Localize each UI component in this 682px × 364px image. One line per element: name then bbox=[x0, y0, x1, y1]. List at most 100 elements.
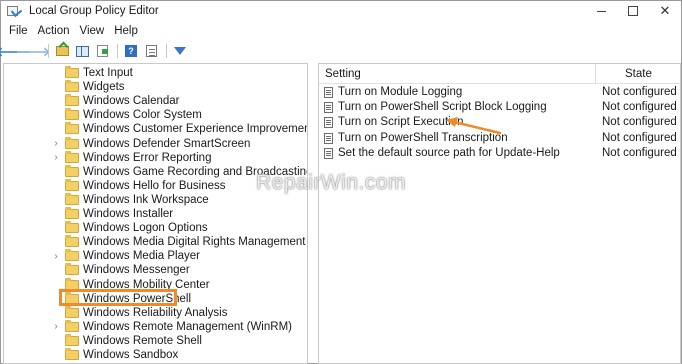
setting-state: Not configured bbox=[602, 101, 677, 114]
settings-pane[interactable]: Setting State Turn on Module Logging Not … bbox=[318, 63, 681, 364]
minimize-button[interactable] bbox=[585, 1, 617, 21]
column-header-state[interactable]: State bbox=[625, 68, 652, 80]
tree-item-label: Windows Logon Options bbox=[83, 222, 208, 235]
filter-button[interactable] bbox=[171, 42, 189, 60]
tree-item-label: Windows Hello for Business bbox=[83, 179, 226, 192]
tree-item[interactable]: Windows Calendar bbox=[4, 94, 307, 108]
policy-setting-icon bbox=[324, 132, 333, 144]
policy-setting-icon bbox=[324, 147, 333, 159]
menu-action[interactable]: Action bbox=[33, 25, 75, 37]
tree-item[interactable]: Windows Reliability Analysis bbox=[4, 305, 307, 320]
folder-icon bbox=[65, 192, 79, 205]
tree-item-label: Windows PowerShell bbox=[83, 292, 192, 305]
tree-item-label: Windows Color System bbox=[83, 109, 202, 122]
chevron-right-icon[interactable]: › bbox=[52, 249, 60, 263]
menu-bar: File Action View Help bbox=[1, 21, 681, 41]
chevron-right-icon[interactable]: › bbox=[52, 320, 60, 334]
list-header: Setting State bbox=[319, 64, 680, 84]
column-divider[interactable] bbox=[595, 64, 596, 84]
show-hide-tree-icon bbox=[75, 45, 89, 57]
up-one-level-button[interactable] bbox=[53, 42, 71, 60]
up-folder-icon bbox=[55, 46, 69, 56]
tree-item[interactable]: › Windows Defender SmartScreen bbox=[4, 136, 307, 151]
export-list-icon bbox=[96, 45, 108, 57]
tree-item[interactable]: Widgets bbox=[4, 80, 307, 94]
tree-item-label: Windows Calendar bbox=[83, 95, 180, 108]
folder-icon bbox=[65, 80, 79, 93]
folder-icon bbox=[65, 348, 79, 360]
setting-name: Set the default source path for Update-H… bbox=[338, 146, 560, 159]
filter-icon bbox=[174, 47, 186, 55]
setting-state: Not configured bbox=[602, 146, 677, 159]
toolbar-separator bbox=[48, 44, 49, 58]
tree-item-label: Windows Reliability Analysis bbox=[83, 306, 228, 319]
maximize-button[interactable] bbox=[617, 1, 649, 21]
tree-item-label: Windows Remote Management (WinRM) bbox=[83, 320, 292, 333]
tree-item[interactable]: Windows Logon Options bbox=[4, 221, 307, 235]
menu-view[interactable]: View bbox=[75, 25, 110, 37]
tree-item[interactable]: Windows Sandbox bbox=[4, 348, 307, 362]
setting-state: Not configured bbox=[602, 131, 677, 144]
policy-editor-icon bbox=[7, 5, 23, 18]
setting-name: Turn on Module Logging bbox=[338, 86, 463, 98]
forward-button[interactable]: 🡒 bbox=[16, 42, 51, 60]
tree-item-label: Windows Messenger bbox=[83, 264, 190, 277]
tree-pane[interactable]: Text Input Widgets Windows Calendar Windows… bbox=[3, 63, 308, 364]
tree-item-label: Windows Installer bbox=[83, 208, 174, 220]
help-button[interactable]: ? bbox=[122, 42, 140, 60]
menu-file[interactable]: File bbox=[4, 25, 33, 37]
export-list-button[interactable] bbox=[93, 42, 111, 60]
setting-name: Turn on PowerShell Script Block Logging bbox=[338, 101, 547, 114]
chevron-right-icon[interactable]: › bbox=[52, 137, 60, 151]
tree-item[interactable]: Windows Mobility Center bbox=[4, 277, 307, 292]
forward-arrow-icon: 🡒 bbox=[15, 43, 51, 59]
chevron-right-icon[interactable]: › bbox=[52, 151, 60, 165]
setting-row[interactable]: Set the default source path for Update-H… bbox=[319, 146, 680, 161]
tree-item-label: Windows Error Reporting bbox=[83, 151, 212, 164]
folder-icon bbox=[65, 150, 79, 163]
title-bar: Local Group Policy Editor ✕ bbox=[1, 1, 681, 21]
tree-item-label: Windows Ink Workspace bbox=[83, 193, 209, 206]
folder-icon bbox=[65, 66, 79, 78]
tree-item-label: Text Input bbox=[83, 67, 133, 79]
setting-row[interactable]: Turn on PowerShell Script Block Logging N… bbox=[319, 100, 680, 115]
setting-row[interactable]: Turn on Module Logging Not configured bbox=[319, 85, 680, 100]
tree-item[interactable]: Windows Remote Shell bbox=[4, 333, 307, 348]
folder-icon bbox=[65, 94, 79, 107]
setting-state: Not configured bbox=[602, 116, 677, 129]
folder-icon bbox=[65, 235, 79, 248]
folder-icon bbox=[65, 221, 79, 234]
toolbar-separator bbox=[117, 44, 118, 58]
folder-icon bbox=[65, 291, 79, 304]
folder-icon bbox=[65, 319, 79, 332]
folder-icon bbox=[65, 122, 79, 135]
properties-button[interactable] bbox=[142, 42, 160, 60]
folder-icon bbox=[65, 108, 79, 121]
tree-item[interactable]: Windows Installer bbox=[4, 207, 307, 221]
tree-item[interactable]: Text Input bbox=[4, 66, 307, 80]
tree-item[interactable]: Windows Messenger bbox=[4, 263, 307, 277]
tree-item[interactable]: Windows Color System bbox=[4, 108, 307, 122]
window-title: Local Group Policy Editor bbox=[29, 5, 159, 17]
tree-item[interactable]: Windows PowerShell bbox=[4, 291, 307, 306]
show-hide-tree-button[interactable] bbox=[73, 42, 91, 60]
folder-icon bbox=[65, 263, 79, 276]
tree-item[interactable]: › Windows Error Reporting bbox=[4, 150, 307, 165]
folder-icon bbox=[65, 305, 79, 318]
close-button[interactable]: ✕ bbox=[649, 1, 681, 21]
tree-item[interactable]: › Windows Remote Management (WinRM) bbox=[4, 319, 307, 334]
folder-icon bbox=[65, 136, 79, 149]
tree-item[interactable]: › Windows Media Player bbox=[4, 249, 307, 263]
tree-item[interactable]: Windows Customer Experience Improvement … bbox=[4, 122, 307, 136]
tree-item-label: Windows Media Player bbox=[83, 250, 200, 263]
toolbar-separator bbox=[166, 44, 167, 58]
tree-item-label: Windows Customer Experience Improvement … bbox=[83, 123, 308, 136]
column-header-setting[interactable]: Setting bbox=[325, 68, 361, 80]
setting-state: Not configured bbox=[602, 86, 677, 98]
watermark: RepairWin.com bbox=[256, 171, 407, 194]
tree-item[interactable]: Windows Media Digital Rights Management bbox=[4, 235, 307, 249]
tree-item-label: Widgets bbox=[83, 81, 125, 94]
folder-icon bbox=[65, 277, 79, 290]
menu-help[interactable]: Help bbox=[109, 25, 143, 37]
tree-item-label: Windows Mobility Center bbox=[83, 278, 210, 291]
